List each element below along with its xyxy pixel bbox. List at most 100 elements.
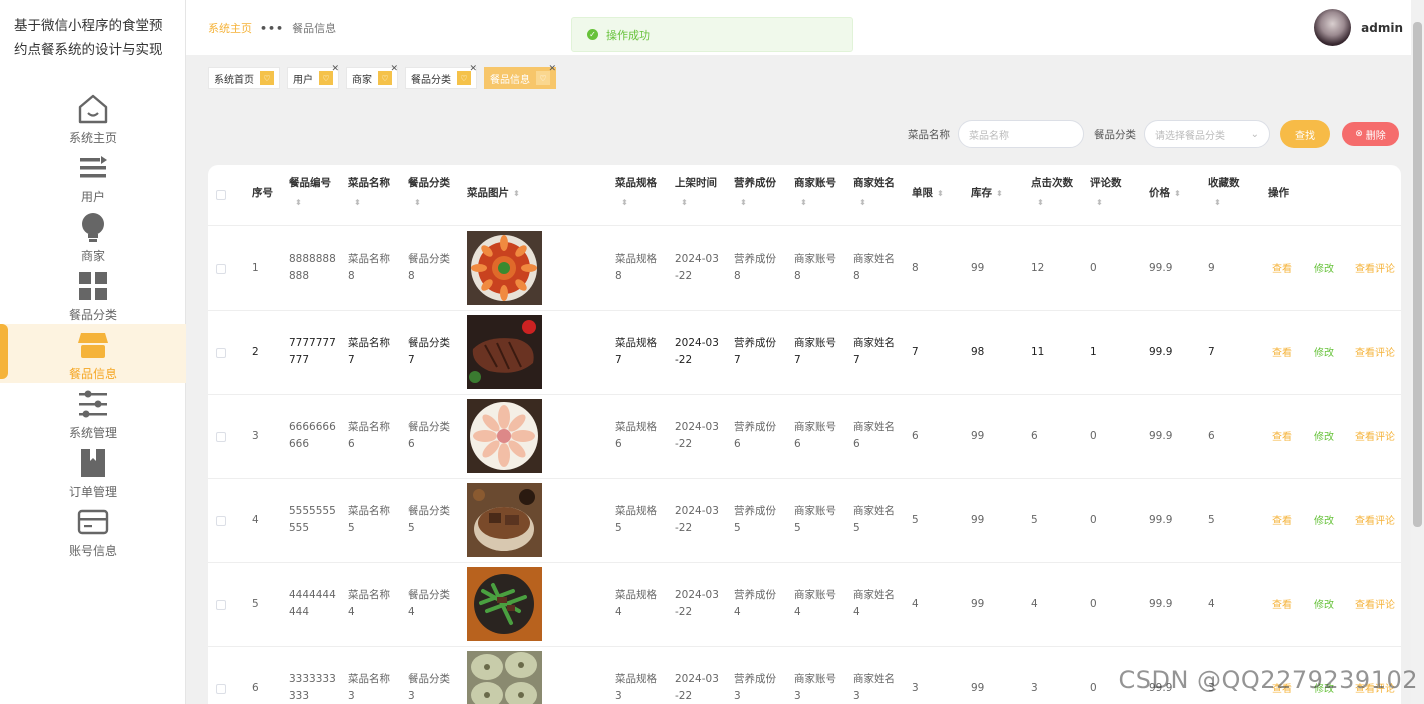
close-icon[interactable]: ✕ [469, 64, 477, 74]
sort-icon[interactable]: ⬍ [734, 195, 776, 211]
search-button[interactable]: 查找 [1280, 120, 1330, 148]
edit-button[interactable]: 修改 [1314, 596, 1334, 611]
header-comments[interactable]: 评论数 ⬍ [1090, 175, 1122, 211]
header-clicks[interactable]: 点击次数 ⬍ [1031, 175, 1073, 211]
view-button[interactable]: 查看 [1272, 596, 1292, 611]
sort-icon[interactable]: ⬍ [408, 195, 450, 211]
scrollbar-thumb[interactable] [1413, 22, 1422, 527]
view-comments-button[interactable]: 查看评论 [1355, 260, 1395, 275]
edit-button[interactable]: 修改 [1314, 428, 1334, 443]
row-checkbox[interactable] [216, 264, 226, 274]
page-scrollbar[interactable] [1411, 0, 1424, 704]
dish-image[interactable] [467, 483, 542, 557]
table-row[interactable]: 1 8888888 888 菜品名称 8 餐品分类 8 菜品规格 8 2024-03 -22 营养成份… [208, 227, 1401, 311]
cell-limit: 6 [912, 430, 919, 442]
select-all-checkbox[interactable] [216, 190, 226, 200]
header-merchant[interactable]: 商家姓名 ⬍ [853, 175, 895, 211]
header-code[interactable]: 餐品编号 ⬍ [289, 175, 331, 211]
sort-icon[interactable]: ⬍ [348, 195, 390, 211]
row-checkbox[interactable] [216, 348, 226, 358]
username[interactable]: admin [1361, 21, 1403, 35]
dish-image[interactable] [467, 315, 542, 389]
close-icon[interactable]: ✕ [390, 64, 398, 74]
sort-icon[interactable]: ⬍ [1090, 195, 1122, 211]
sort-icon[interactable]: ⬍ [513, 186, 520, 202]
avatar[interactable] [1314, 9, 1352, 46]
sidebar-item-categories[interactable]: 餐品分类 [0, 265, 186, 324]
close-icon[interactable]: ✕ [548, 64, 556, 74]
header-spec[interactable]: 菜品规格 ⬍ [615, 175, 657, 211]
tag-categories[interactable]: 餐品分类 ♡ ✕ [405, 64, 477, 89]
table-row[interactable]: 4 5555555 555 菜品名称 5 餐品分类 5 菜品规格 5 2024-03 -22 营养成份… [208, 479, 1401, 563]
sidebar-item-merchants[interactable]: 商家 [0, 206, 186, 265]
cell-line: 3 [408, 690, 415, 702]
cell-line: 营养成份 [734, 505, 776, 517]
sidebar-item-system[interactable]: 系统管理 [0, 383, 186, 442]
cell-nut: 营养成份 5 [734, 503, 776, 537]
category-select[interactable]: 请选择餐品分类 ⌄ [1144, 120, 1270, 148]
view-comments-button[interactable]: 查看评论 [1355, 428, 1395, 443]
sidebar-item-home[interactable]: 系统主页 [0, 88, 186, 147]
breadcrumb-home[interactable]: 系统主页 [208, 20, 252, 36]
sort-icon[interactable]: ⬍ [1174, 186, 1181, 202]
sort-icon[interactable]: ⬍ [794, 195, 836, 211]
cell-line: 555 [289, 522, 310, 534]
header-name[interactable]: 菜品名称 ⬍ [348, 175, 390, 211]
sort-icon[interactable]: ⬍ [937, 186, 944, 202]
sidebar-item-dishes[interactable]: 餐品信息 [0, 324, 186, 383]
header-stock[interactable]: 库存 ⬍ [971, 185, 1003, 202]
tag-merchants[interactable]: 商家 ♡ ✕ [346, 64, 398, 89]
header-time[interactable]: 上架时间 ⬍ [675, 175, 717, 211]
close-icon[interactable]: ✕ [331, 64, 339, 74]
header-index[interactable]: 序号 [252, 185, 273, 201]
sidebar-item-account[interactable]: 账号信息 [0, 501, 186, 560]
dish-image[interactable] [467, 231, 542, 305]
sort-icon[interactable]: ⬍ [1208, 195, 1240, 211]
cell-name: 菜品名称 5 [348, 503, 390, 537]
dish-image[interactable] [467, 399, 542, 473]
header-nutrition[interactable]: 营养成份 ⬍ [734, 175, 776, 211]
table-row[interactable]: 5 4444444 444 菜品名称 4 餐品分类 4 菜品规格 4 2024-03 -22 营养成份… [208, 563, 1401, 647]
edit-button[interactable]: 修改 [1314, 512, 1334, 527]
tag-users[interactable]: 用户 ♡ ✕ [287, 64, 339, 89]
view-comments-button[interactable]: 查看评论 [1355, 596, 1395, 611]
view-button[interactable]: 查看 [1272, 344, 1292, 359]
sort-icon[interactable]: ⬍ [996, 186, 1003, 202]
dish-image[interactable] [467, 651, 542, 704]
view-button[interactable]: 查看 [1272, 512, 1292, 527]
header-price[interactable]: 价格 ⬍ [1149, 185, 1181, 202]
table-row[interactable]: 2 7777777 777 菜品名称 7 餐品分类 7 菜品规格 7 2024-03 -22 营养成份… [208, 311, 1401, 395]
edit-button[interactable]: 修改 [1314, 260, 1334, 275]
row-checkbox[interactable] [216, 684, 226, 694]
dish-image[interactable] [467, 567, 542, 641]
sidebar-item-users[interactable]: 用户 [0, 147, 186, 206]
tag-home[interactable]: 系统首页 ♡ [208, 67, 280, 89]
tag-dishes[interactable]: 餐品信息 ♡ ✕ [484, 64, 556, 89]
header-limit[interactable]: 单限 ⬍ [912, 185, 944, 202]
view-comments-button[interactable]: 查看评论 [1355, 512, 1395, 527]
cell-time: 2024-03 -22 [675, 251, 719, 285]
row-checkbox[interactable] [216, 432, 226, 442]
sort-icon[interactable]: ⬍ [1031, 195, 1073, 211]
sidebar-item-orders[interactable]: 订单管理 [0, 442, 186, 501]
sort-icon[interactable]: ⬍ [615, 195, 657, 211]
table-row[interactable]: 3 6666666 666 菜品名称 6 餐品分类 6 菜品规格 6 2024-03 -22 营养成份… [208, 395, 1401, 479]
sidebar-menu: 系统主页 用户 商家 餐品分类 餐品信息 系统管理 订单管理 账号信息 [0, 88, 186, 560]
sort-icon[interactable]: ⬍ [675, 195, 717, 211]
sort-icon[interactable]: ⬍ [289, 195, 331, 211]
view-button[interactable]: 查看 [1272, 260, 1292, 275]
edit-button[interactable]: 修改 [1314, 344, 1334, 359]
row-checkbox[interactable] [216, 516, 226, 526]
view-button[interactable]: 查看 [1272, 428, 1292, 443]
header-image[interactable]: 菜品图片 ⬍ [467, 185, 520, 202]
user-menu[interactable]: admin [1314, 9, 1403, 46]
delete-button[interactable]: ⊗ 删除 [1342, 122, 1399, 146]
header-account[interactable]: 商家账号 ⬍ [794, 175, 836, 211]
cell-line: 666 [289, 438, 310, 450]
view-comments-button[interactable]: 查看评论 [1355, 344, 1395, 359]
header-category[interactable]: 餐品分类 ⬍ [408, 175, 450, 211]
dish-name-input[interactable]: 菜品名称 [958, 120, 1084, 148]
row-checkbox[interactable] [216, 600, 226, 610]
sort-icon[interactable]: ⬍ [853, 195, 895, 211]
header-favorites[interactable]: 收藏数 ⬍ [1208, 175, 1240, 211]
